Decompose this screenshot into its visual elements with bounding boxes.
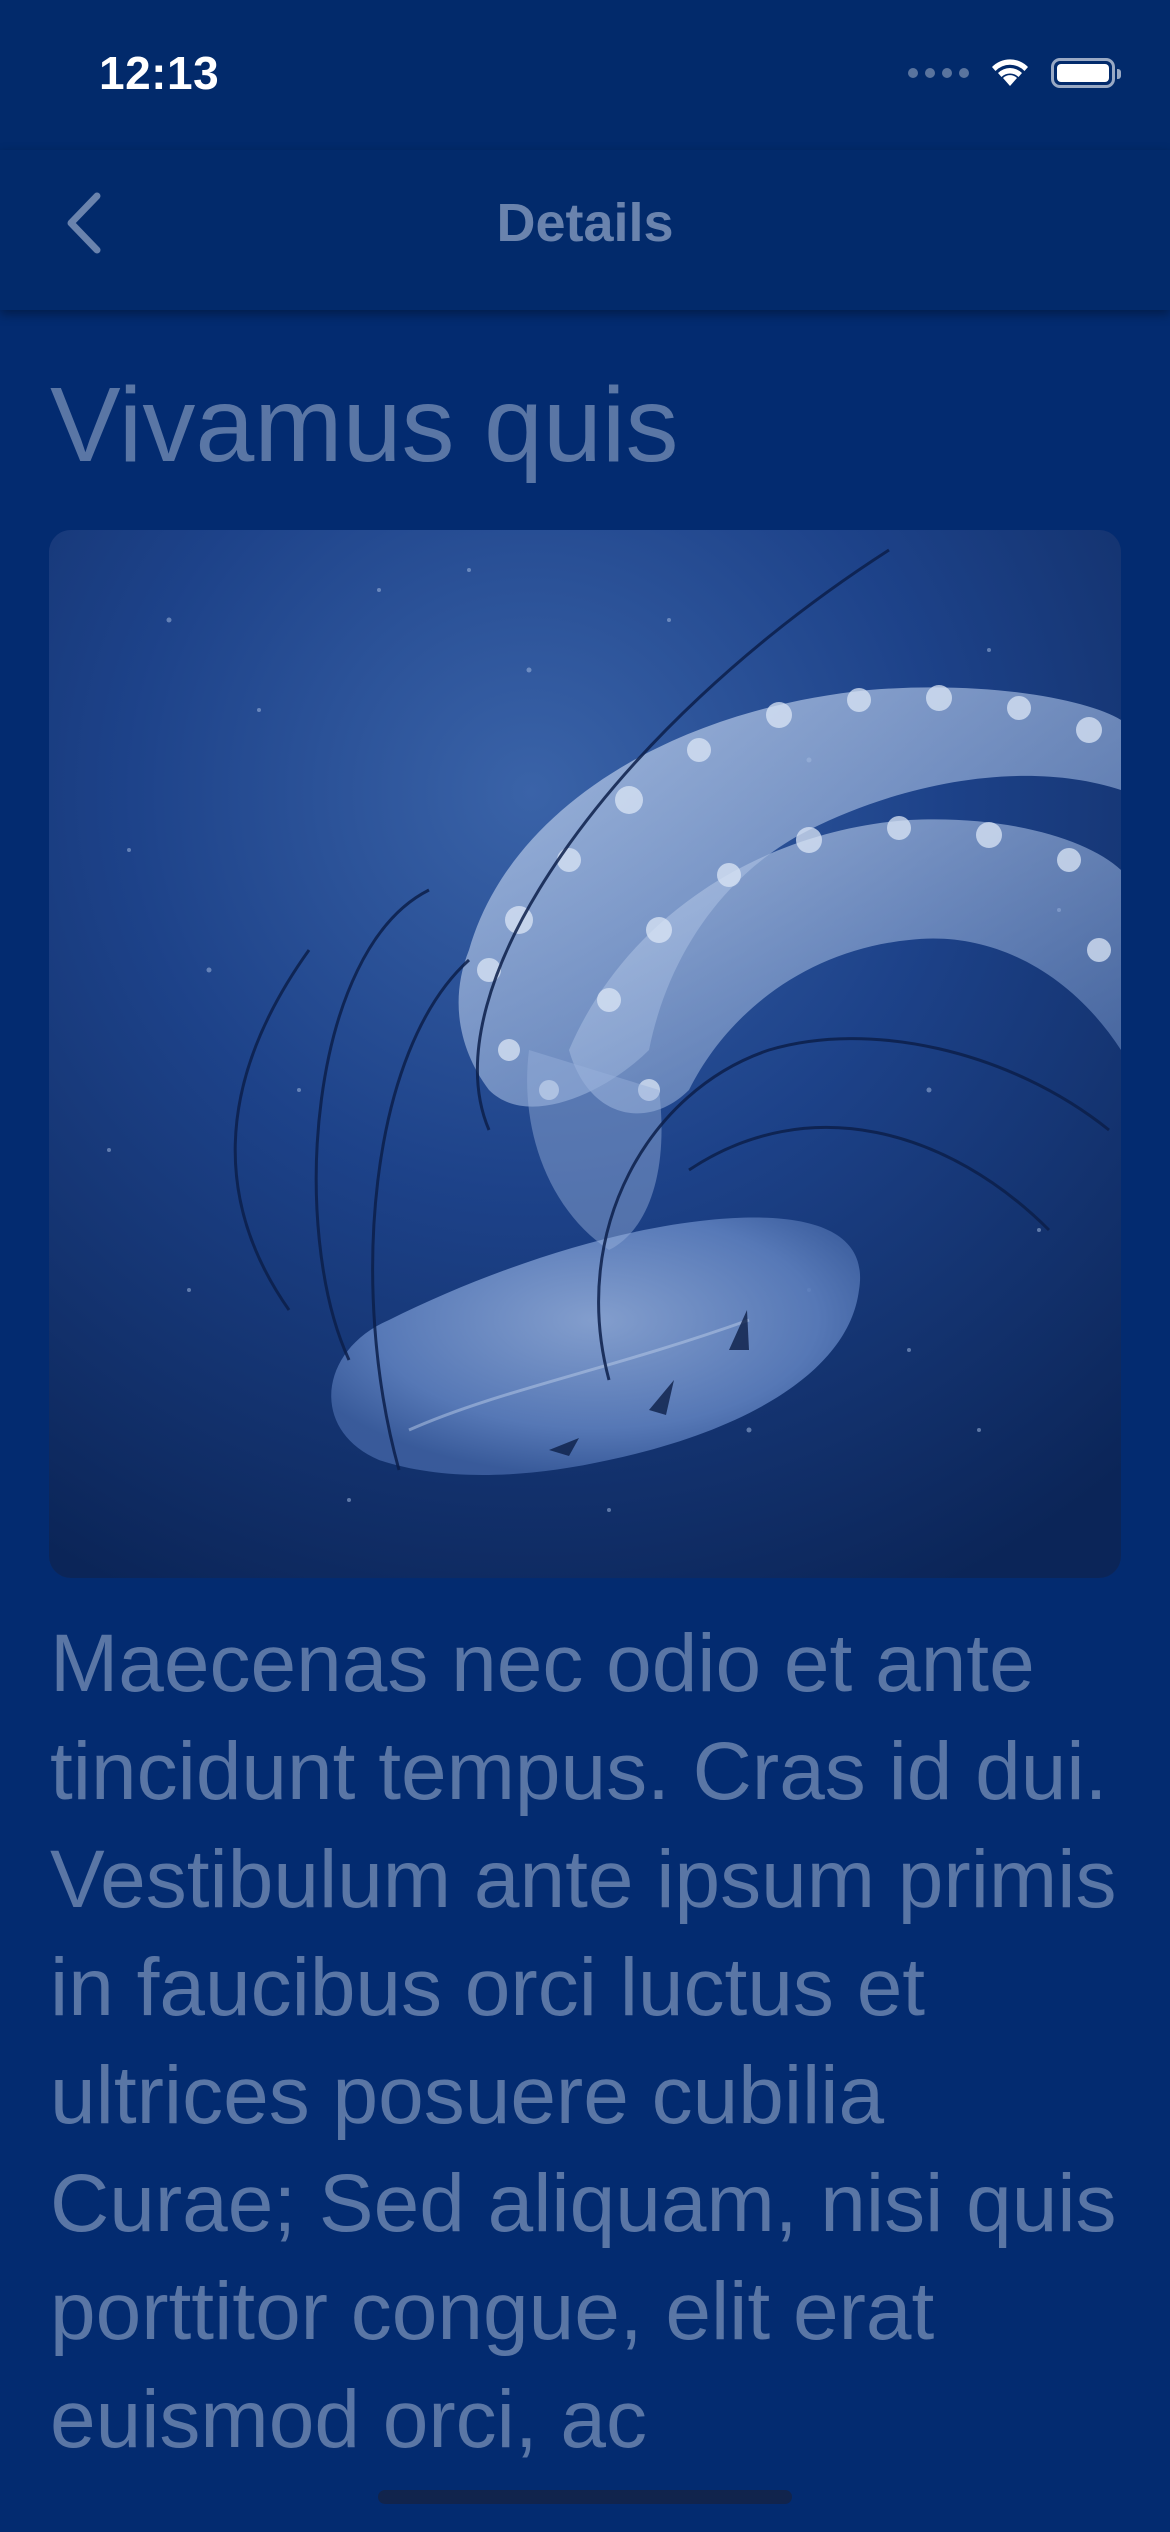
details-screen: 12:13 Details Vivamus quis Maecenas nec … — [0, 0, 1170, 2532]
page-title: Vivamus quis — [50, 366, 679, 484]
article-body: Maecenas nec odio et ante tincidunt temp… — [50, 1618, 1117, 2465]
status-icons — [908, 52, 1121, 93]
navigation-bar: Details — [0, 150, 1170, 310]
status-time: 12:13 — [99, 47, 220, 99]
cellular-signal-icon — [908, 67, 969, 78]
status-bar: 12:13 — [0, 0, 1170, 150]
jellyfish-image — [49, 530, 1121, 1578]
wifi-icon — [987, 52, 1033, 93]
scroll-content[interactable]: Vivamus quis Maecenas nec odio et ante t… — [0, 310, 1170, 2532]
battery-icon — [1051, 57, 1121, 88]
nav-title: Details — [496, 193, 674, 253]
home-indicator[interactable] — [378, 2490, 792, 2504]
